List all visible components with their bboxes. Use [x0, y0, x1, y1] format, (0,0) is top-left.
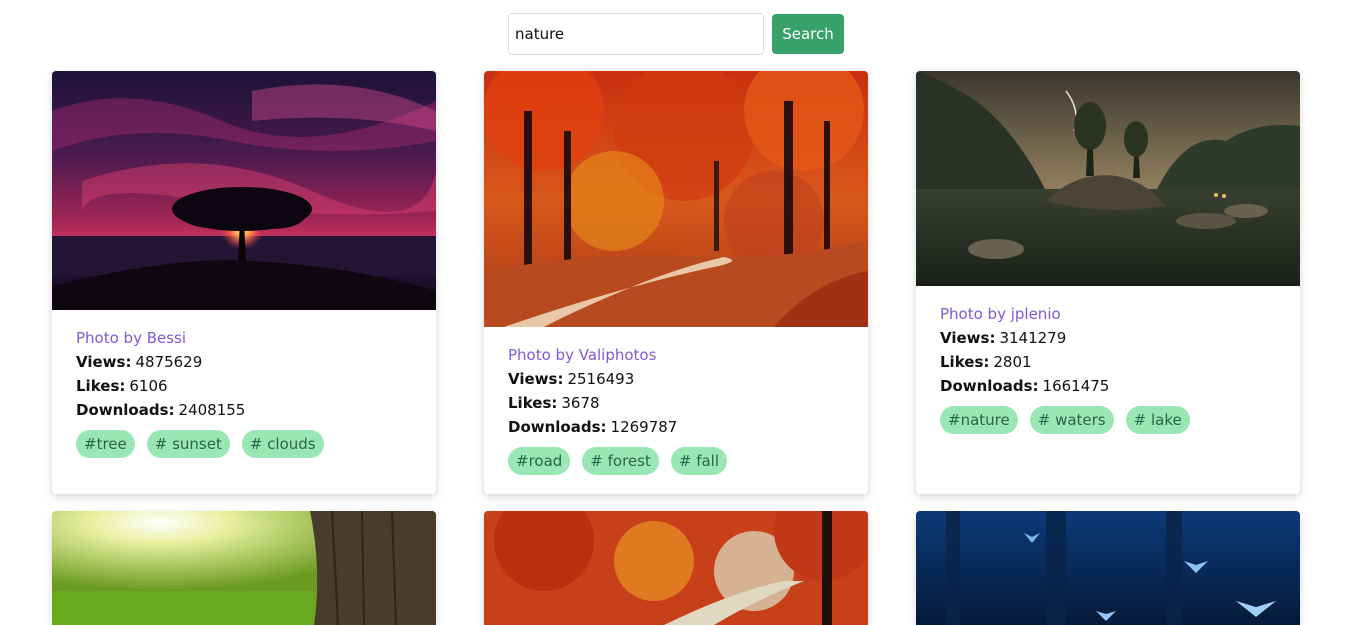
photo-author-link[interactable]: Photo by Valiphotos — [508, 343, 844, 367]
photo-image[interactable] — [52, 71, 436, 310]
tag-badge[interactable]: #nature — [940, 406, 1018, 434]
tag-list: #road # forest # fall — [508, 447, 844, 475]
likes-value: 3678 — [561, 394, 600, 412]
photo-image[interactable] — [916, 511, 1300, 625]
photo-image[interactable] — [484, 71, 868, 327]
photo-image[interactable] — [52, 511, 436, 625]
tag-badge[interactable]: # forest — [582, 447, 659, 475]
downloads-stat: Downloads: 1661475 — [940, 377, 1110, 395]
likes-value: 2801 — [993, 353, 1032, 371]
photo-card: Photo by Valiphotos Views: 2516493 Likes:… — [484, 71, 868, 494]
photo-author-link[interactable]: Photo by jplenio — [940, 302, 1276, 326]
photo-card — [52, 511, 436, 625]
photo-image[interactable] — [484, 511, 868, 625]
photo-image[interactable] — [916, 71, 1300, 286]
search-button[interactable]: Search — [772, 14, 844, 54]
tag-badge[interactable]: # sunset — [146, 430, 230, 458]
photo-card: Photo by jplenio Views: 3141279 Likes: 280… — [916, 71, 1300, 494]
tag-badge[interactable]: # fall — [670, 447, 728, 475]
likes-stat: Likes: 3678 — [508, 394, 600, 412]
likes-stat: Likes: 6106 — [76, 377, 168, 395]
photo-card — [916, 511, 1300, 625]
views-value: 4875629 — [135, 353, 203, 371]
views-value: 2516493 — [567, 370, 635, 388]
views-value: 3141279 — [999, 329, 1067, 347]
tag-badge[interactable]: #tree — [76, 430, 135, 458]
views-stat: Views: 3141279 — [940, 329, 1067, 347]
photo-card — [484, 511, 868, 625]
tag-list: #nature # waters # lake — [940, 406, 1276, 434]
tag-badge[interactable]: # waters — [1029, 406, 1114, 434]
tag-list: #tree # sunset # clouds — [76, 430, 412, 458]
photo-info: Photo by Valiphotos Views: 2516493 Likes:… — [508, 343, 844, 475]
photo-author-link[interactable]: Photo by Bessi — [76, 326, 412, 350]
likes-value: 6106 — [129, 377, 168, 395]
photo-info: Photo by jplenio Views: 3141279 Likes: 280… — [940, 302, 1276, 434]
views-stat: Views: 2516493 — [508, 370, 635, 388]
search-bar: Search — [508, 13, 848, 55]
photo-info: Photo by Bessi Views: 4875629 Likes: 6106 … — [76, 326, 412, 458]
downloads-value: 2408155 — [178, 401, 246, 419]
downloads-value: 1269787 — [610, 418, 678, 436]
likes-stat: Likes: 2801 — [940, 353, 1032, 371]
tag-badge[interactable]: #road — [508, 447, 571, 475]
search-input[interactable] — [508, 13, 764, 55]
tag-badge[interactable]: # clouds — [241, 430, 324, 458]
downloads-stat: Downloads: 2408155 — [76, 401, 246, 419]
tag-badge[interactable]: # lake — [1125, 406, 1190, 434]
photo-card: Photo by Bessi Views: 4875629 Likes: 6106 … — [52, 71, 436, 494]
downloads-stat: Downloads: 1269787 — [508, 418, 678, 436]
downloads-value: 1661475 — [1042, 377, 1110, 395]
views-stat: Views: 4875629 — [76, 353, 203, 371]
